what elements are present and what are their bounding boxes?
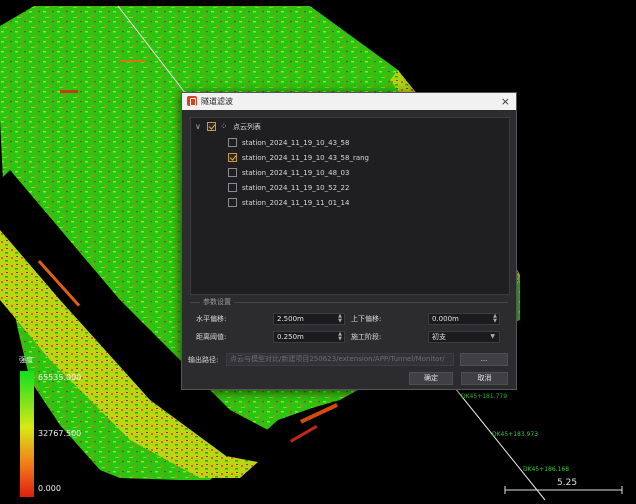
spin-arrows-icon[interactable]: ▲ ▼ [338, 314, 342, 324]
point-cloud-icon: ⁘ [220, 122, 228, 132]
alignment-line-bottom [454, 387, 546, 501]
root-checkbox[interactable] [207, 122, 216, 131]
spin-arrows-icon[interactable]: ▲ ▼ [338, 332, 342, 342]
dialog-titlebar[interactable]: 隧道滤波 × [182, 93, 516, 110]
item-checkbox[interactable] [228, 183, 237, 192]
legend-title: 强度 [19, 356, 33, 364]
dialog-title: 隧道滤波 [201, 97, 233, 106]
construction-stage-label: 施工阶段: [351, 333, 382, 341]
vertical-offset-label: 上下偏移: [351, 315, 382, 323]
list-item[interactable]: station_2024_11_19_10_43_58 [217, 136, 477, 150]
station-label-2: DK45+183.973 [492, 431, 539, 438]
chevron-down-icon: ▼ [490, 333, 495, 340]
list-item[interactable]: station_2024_11_19_10_52_22 [217, 181, 477, 195]
item-checkbox[interactable] [228, 153, 237, 162]
station-label-3: DK45+186.168 [523, 466, 570, 473]
item-checkbox[interactable] [228, 168, 237, 177]
distance-threshold-label: 距离阈值: [196, 333, 227, 341]
cancel-button[interactable]: 取消 [461, 372, 508, 385]
item-label: station_2024_11_19_10_43_58_rang [242, 154, 369, 162]
item-checkbox[interactable] [228, 198, 237, 207]
construction-stage-value: 初支 [432, 333, 446, 341]
vertical-offset-value: 0.000m [432, 315, 459, 323]
legend-color-bar [20, 371, 34, 497]
browse-button[interactable]: ... [460, 353, 508, 366]
tree-root-label: 点云列表 [233, 123, 261, 131]
construction-stage-select[interactable]: 初支 ▼ [428, 331, 500, 343]
vertical-offset-input[interactable]: 0.000m ▲ ▼ [428, 313, 500, 325]
distance-threshold-value: 0.250m [277, 333, 304, 341]
item-label: station_2024_11_19_10_52_22 [242, 184, 350, 192]
distance-threshold-input[interactable]: 0.250m ▲ ▼ [273, 331, 345, 343]
item-checkbox[interactable] [228, 138, 237, 147]
legend-max-value: 65535.000 [38, 373, 82, 382]
output-path-input[interactable]: 点云与模型对比/新建项目250623/extension/APP/Tunnel/… [226, 353, 454, 366]
item-label: station_2024_11_19_11_01_14 [242, 199, 350, 207]
list-item[interactable]: station_2024_11_19_11_01_14 [217, 196, 477, 210]
parameter-group-title: 参数设置 [200, 297, 234, 307]
collapse-chevron-icon[interactable]: ∨ [195, 120, 201, 134]
tunnel-filter-dialog: 隧道滤波 × ∨ ⁘ 点云列表 station_2024_11_19_10_43… [181, 92, 517, 390]
list-item[interactable]: station_2024_11_19_10_43_58_rang [217, 151, 477, 165]
item-label: station_2024_11_19_10_48_03 [242, 169, 350, 177]
point-cloud-tree: ∨ ⁘ 点云列表 station_2024_11_19_10_43_58 sta… [190, 117, 510, 295]
spin-arrows-icon[interactable]: ▲ ▼ [493, 314, 497, 324]
output-path-label: 输出路径: [188, 356, 219, 364]
tree-root[interactable]: ∨ ⁘ 点云列表 [193, 120, 493, 134]
item-label: station_2024_11_19_10_43_58 [242, 139, 350, 147]
horizontal-offset-value: 2.500m [277, 315, 304, 323]
legend-min-value: 0.000 [38, 484, 61, 493]
scale-value: 5.25 [557, 478, 578, 488]
close-button[interactable]: × [501, 93, 510, 110]
app-logo-icon [187, 96, 197, 106]
legend-mid-value: 32767.500 [38, 429, 82, 438]
horizontal-offset-input[interactable]: 2.500m ▲ ▼ [273, 313, 345, 325]
list-item[interactable]: station_2024_11_19_10_48_03 [217, 166, 477, 180]
ok-button[interactable]: 确定 [409, 372, 453, 385]
horizontal-offset-label: 水平偏移: [196, 315, 227, 323]
station-label-1: DK45+181.779 [461, 393, 508, 400]
